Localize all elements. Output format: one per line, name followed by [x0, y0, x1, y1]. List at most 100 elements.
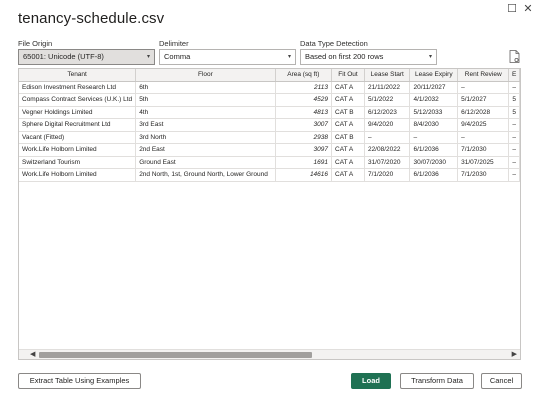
close-icon[interactable]: ✕	[521, 2, 535, 16]
table-cell: 5/12/2033	[409, 106, 459, 119]
load-button[interactable]: Load	[351, 373, 391, 389]
scroll-right-icon[interactable]: ▶	[512, 350, 517, 360]
type-detection-select[interactable]: Based on first 200 rows ▾	[300, 49, 437, 65]
table-row: Sphere Digital Recruitment Ltd 3rd East …	[19, 118, 520, 132]
table-row: Work.Life Holborn Limited 2nd North, 1st…	[19, 168, 520, 182]
table-cell: Vegner Holdings Limited	[19, 106, 137, 119]
scroll-left-icon[interactable]: ◀	[30, 350, 35, 360]
table-header-row: Tenant Floor Area (sq ft) Fit Out Lease …	[19, 69, 520, 82]
table-cell: 9/4/2025	[457, 118, 510, 132]
table-cell: 2938	[275, 131, 333, 144]
table-cell: Vacant (Fitted)	[19, 131, 137, 144]
table-cell: Compass Contract Services (U.K.) Ltd	[19, 93, 137, 107]
table-cell: 6/1/2036	[409, 143, 459, 157]
table-cell: 4th	[135, 106, 276, 119]
table-row: Switzerland Tourism Ground East 1691 CAT…	[19, 156, 520, 169]
table-cell: –	[409, 131, 459, 144]
table-cell: 31/07/2020	[364, 156, 411, 169]
file-origin-label: File Origin	[18, 39, 53, 48]
horizontal-scrollbar[interactable]: ◀ ▶	[19, 349, 520, 359]
table-cell: Edison Investment Research Ltd	[19, 81, 137, 94]
table-cell: 4/1/2032	[409, 93, 459, 107]
table-cell: 6/12/2023	[364, 106, 411, 119]
table-cell: 3rd North	[135, 131, 276, 144]
column-header[interactable]: E	[508, 69, 520, 82]
table-cell: 9/4/2020	[364, 118, 411, 132]
table-cell: CAT A	[331, 156, 365, 169]
table-cell: CAT A	[331, 168, 365, 182]
table-cell: CAT A	[331, 81, 365, 94]
column-header[interactable]: Fit Out	[331, 69, 365, 82]
table-cell: 14616	[275, 168, 333, 182]
table-row: Work.Life Holborn Limited 2nd East 3097 …	[19, 143, 520, 157]
table-cell: –	[508, 131, 520, 144]
table-cell: 31/07/2025	[457, 156, 510, 169]
column-header[interactable]: Rent Review	[457, 69, 510, 82]
preview-table[interactable]: Tenant Floor Area (sq ft) Fit Out Lease …	[18, 68, 521, 360]
table-cell: Sphere Digital Recruitment Ltd	[19, 118, 137, 132]
table-row: Compass Contract Services (U.K.) Ltd 5th…	[19, 93, 520, 107]
chevron-down-icon: ▾	[428, 54, 432, 60]
table-row: Vacant (Fitted) 3rd North 2938 CAT B – –…	[19, 131, 520, 144]
table-cell: Ground East	[135, 156, 276, 169]
table-cell: 2113	[275, 81, 333, 94]
table-cell: 2nd North, 1st, Ground North, Lower Grou…	[135, 168, 276, 182]
table-cell: –	[508, 118, 520, 132]
table-cell: 2nd East	[135, 143, 276, 157]
delimiter-select[interactable]: Comma ▾	[159, 49, 296, 65]
table-cell: CAT A	[331, 118, 365, 132]
scrollbar-thumb[interactable]	[39, 352, 312, 358]
column-header[interactable]: Lease Start	[364, 69, 411, 82]
table-cell: –	[457, 131, 510, 144]
table-cell: CAT A	[331, 143, 365, 157]
table-cell: –	[508, 81, 520, 94]
table-cell: 6/1/2036	[409, 168, 459, 182]
table-cell: CAT A	[331, 93, 365, 107]
chevron-down-icon: ▾	[146, 54, 150, 60]
delimiter-value: Comma	[164, 52, 191, 61]
table-cell: 7/1/2030	[457, 168, 510, 182]
table-cell: 1691	[275, 156, 333, 169]
transform-data-button[interactable]: Transform Data	[400, 373, 474, 389]
table-cell: 4813	[275, 106, 333, 119]
cancel-button[interactable]: Cancel	[481, 373, 522, 389]
document-settings-icon[interactable]	[509, 50, 520, 63]
table-cell: 8/4/2030	[409, 118, 459, 132]
table-cell: –	[508, 143, 520, 157]
extract-table-button[interactable]: Extract Table Using Examples	[18, 373, 141, 389]
column-header[interactable]: Area (sq ft)	[275, 69, 333, 82]
table-cell: 21/11/2022	[364, 81, 411, 94]
dialog-title: tenancy-schedule.csv	[18, 10, 165, 27]
column-header[interactable]: Floor	[135, 69, 276, 82]
restore-icon[interactable]: ☐	[505, 2, 519, 16]
table-cell: 5/1/2022	[364, 93, 411, 107]
column-header[interactable]: Tenant	[19, 69, 137, 82]
table-cell: 5/1/2027	[457, 93, 510, 107]
table-cell: 4529	[275, 93, 333, 107]
type-detection-value: Based on first 200 rows	[305, 52, 384, 61]
table-cell: 6th	[135, 81, 276, 94]
table-cell: 7/1/2020	[364, 168, 411, 182]
file-origin-select[interactable]: 65001: Unicode (UTF-8) ▾	[18, 49, 155, 65]
table-cell: –	[457, 81, 510, 94]
table-cell: –	[508, 156, 520, 169]
table-cell: 6/12/2028	[457, 106, 510, 119]
table-cell: 20/11/2027	[409, 81, 459, 94]
column-header[interactable]: Lease Expiry	[409, 69, 459, 82]
table-cell: Work.Life Holborn Limited	[19, 168, 137, 182]
table-cell: –	[364, 131, 411, 144]
table-cell: 22/08/2022	[364, 143, 411, 157]
table-cell: –	[508, 168, 520, 182]
table-cell: 5th	[135, 93, 276, 107]
table-cell: 3rd East	[135, 118, 276, 132]
table-cell: Work.Life Holborn Limited	[19, 143, 137, 157]
delimiter-label: Delimiter	[159, 39, 189, 48]
table-cell: 30/07/2030	[409, 156, 459, 169]
table-cell: Switzerland Tourism	[19, 156, 137, 169]
table-cell: 7/1/2030	[457, 143, 510, 157]
table-row: Edison Investment Research Ltd 6th 2113 …	[19, 81, 520, 94]
table-cell: CAT B	[331, 131, 365, 144]
table-cell: CAT B	[331, 106, 365, 119]
table-cell: 5	[508, 93, 520, 107]
file-origin-value: 65001: Unicode (UTF-8)	[23, 52, 104, 61]
